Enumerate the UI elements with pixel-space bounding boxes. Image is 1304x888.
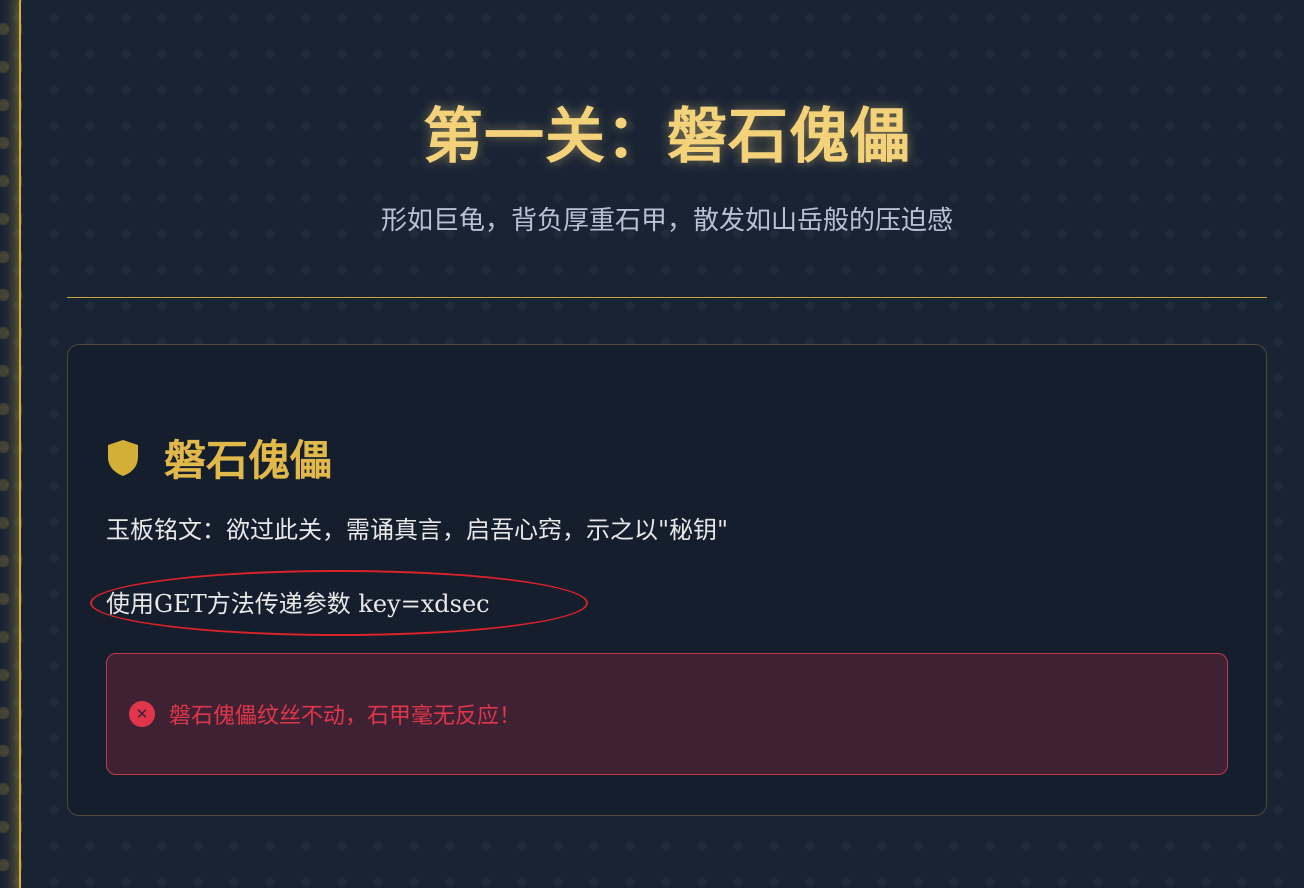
error-message: 磐石傀儡纹丝不动，石甲毫无反应！	[169, 704, 522, 729]
divider	[67, 297, 1267, 298]
hint-annotation: 使用GET方法传递参数 key=xdsec	[90, 570, 588, 636]
error-alert: ✕ 磐石傀儡纹丝不动，石甲毫无反应！	[106, 653, 1228, 775]
card-header: 磐石傀儡	[106, 427, 332, 488]
page: 第一关：磐石傀儡 形如巨龟，背负厚重石甲，散发如山岳般的压迫感 磐石傀儡 玉板铭…	[0, 0, 1304, 888]
hint-text: 使用GET方法传递参数 key=xdsec	[106, 590, 490, 618]
page-subtitle: 形如巨龟，背负厚重石甲，散发如山岳般的压迫感	[380, 206, 953, 236]
page-title: 第一关：磐石傀儡	[423, 102, 911, 172]
inscription-text: 玉板铭文：欲过此关，需诵真言，启吾心窍，示之以"秘钥"	[106, 516, 729, 544]
challenge-card: 磐石傀儡 玉板铭文：欲过此关，需诵真言，启吾心窍，示之以"秘钥" 使用GET方法…	[67, 344, 1267, 816]
card-title: 磐石傀儡	[164, 436, 333, 485]
shield-icon	[108, 439, 138, 476]
error-circle-icon: ✕	[129, 701, 155, 727]
